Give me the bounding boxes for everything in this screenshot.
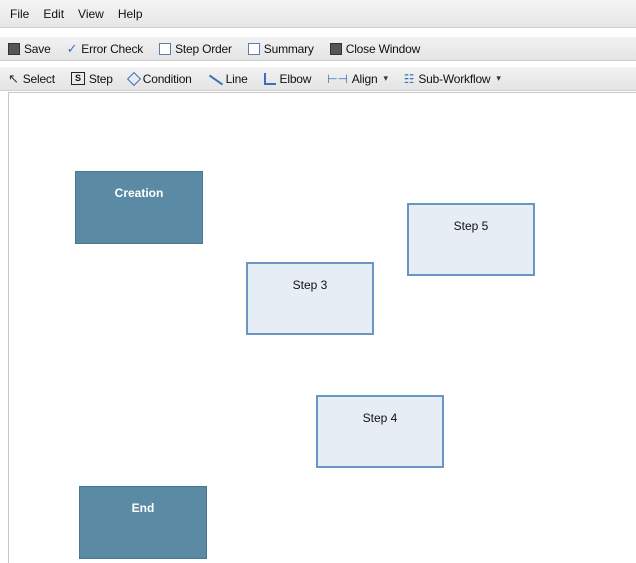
- menu-bar: File Edit View Help: [0, 0, 636, 28]
- floppy-disk-icon: [8, 42, 20, 55]
- close-window-icon: [329, 42, 342, 55]
- node-end[interactable]: End: [79, 486, 207, 559]
- align-icon: ⊢⊣: [327, 71, 348, 86]
- elbow-label: Elbow: [279, 71, 312, 86]
- line-tool-button[interactable]: Line: [208, 72, 248, 86]
- save-label: Save: [24, 41, 51, 56]
- chevron-down-icon: ▾: [383, 73, 388, 83]
- error-check-button[interactable]: ✓ Error Check: [67, 41, 144, 57]
- elbow-tool-button[interactable]: Elbow: [263, 71, 312, 86]
- line-label: Line: [225, 71, 248, 86]
- condition-label: Condition: [142, 71, 192, 86]
- select-tool-button[interactable]: ↖ Select: [8, 71, 55, 87]
- node-step-4[interactable]: Step 4: [316, 395, 444, 468]
- workflow-canvas[interactable]: Creation Step 5 Step 3 Step 4 End: [8, 92, 636, 563]
- node-end-label: End: [131, 501, 155, 515]
- menu-edit[interactable]: Edit: [43, 7, 64, 21]
- node-step-5-label: Step 5: [453, 219, 489, 233]
- step-order-button[interactable]: Step Order: [159, 42, 232, 56]
- align-label: Align: [351, 71, 378, 86]
- node-creation[interactable]: Creation: [75, 171, 203, 244]
- summary-button[interactable]: Summary: [247, 41, 314, 56]
- drawing-toolbar: ↖ Select S Step Condition Line Elbow ⊢⊣ …: [0, 67, 636, 91]
- diagonal-line-icon: [208, 73, 222, 85]
- chevron-down-icon: ▾: [496, 73, 501, 83]
- node-step-3-label: Step 3: [292, 278, 328, 292]
- list-order-icon: [159, 42, 172, 55]
- summary-label: Summary: [263, 41, 314, 56]
- menu-help[interactable]: Help: [118, 7, 143, 21]
- node-creation-label: Creation: [114, 186, 164, 200]
- node-step-5[interactable]: Step 5: [407, 203, 535, 276]
- step-box-icon: S: [70, 72, 85, 85]
- menu-view[interactable]: View: [78, 7, 104, 21]
- pointer-arrow-icon: ↖: [8, 70, 19, 86]
- align-dropdown[interactable]: ⊢⊣ Align ▾: [327, 72, 388, 86]
- error-check-label: Error Check: [81, 41, 144, 56]
- sub-workflow-icon: ☷: [403, 71, 415, 86]
- node-step-4-label: Step 4: [362, 411, 398, 425]
- elbow-connector-icon: [263, 72, 276, 85]
- save-button[interactable]: Save: [8, 42, 51, 56]
- close-window-label: Close Window: [345, 41, 421, 56]
- diamond-icon: [126, 71, 141, 86]
- step-order-label: Step Order: [175, 41, 232, 56]
- node-step-3[interactable]: Step 3: [246, 262, 374, 335]
- document-copy-icon: [247, 42, 260, 55]
- sub-workflow-label: Sub-Workflow: [418, 71, 491, 86]
- close-window-button[interactable]: Close Window: [329, 41, 421, 56]
- menu-file[interactable]: File: [10, 7, 29, 21]
- main-toolbar: Save ✓ Error Check Step Order Summary Cl…: [0, 37, 636, 61]
- step-label: Step: [88, 71, 113, 86]
- condition-tool-button[interactable]: Condition: [126, 71, 192, 86]
- step-tool-button[interactable]: S Step: [70, 71, 113, 86]
- checkmark-icon: ✓: [66, 40, 78, 56]
- sub-workflow-dropdown[interactable]: ☷ Sub-Workflow ▾: [404, 72, 501, 86]
- select-label: Select: [22, 71, 55, 86]
